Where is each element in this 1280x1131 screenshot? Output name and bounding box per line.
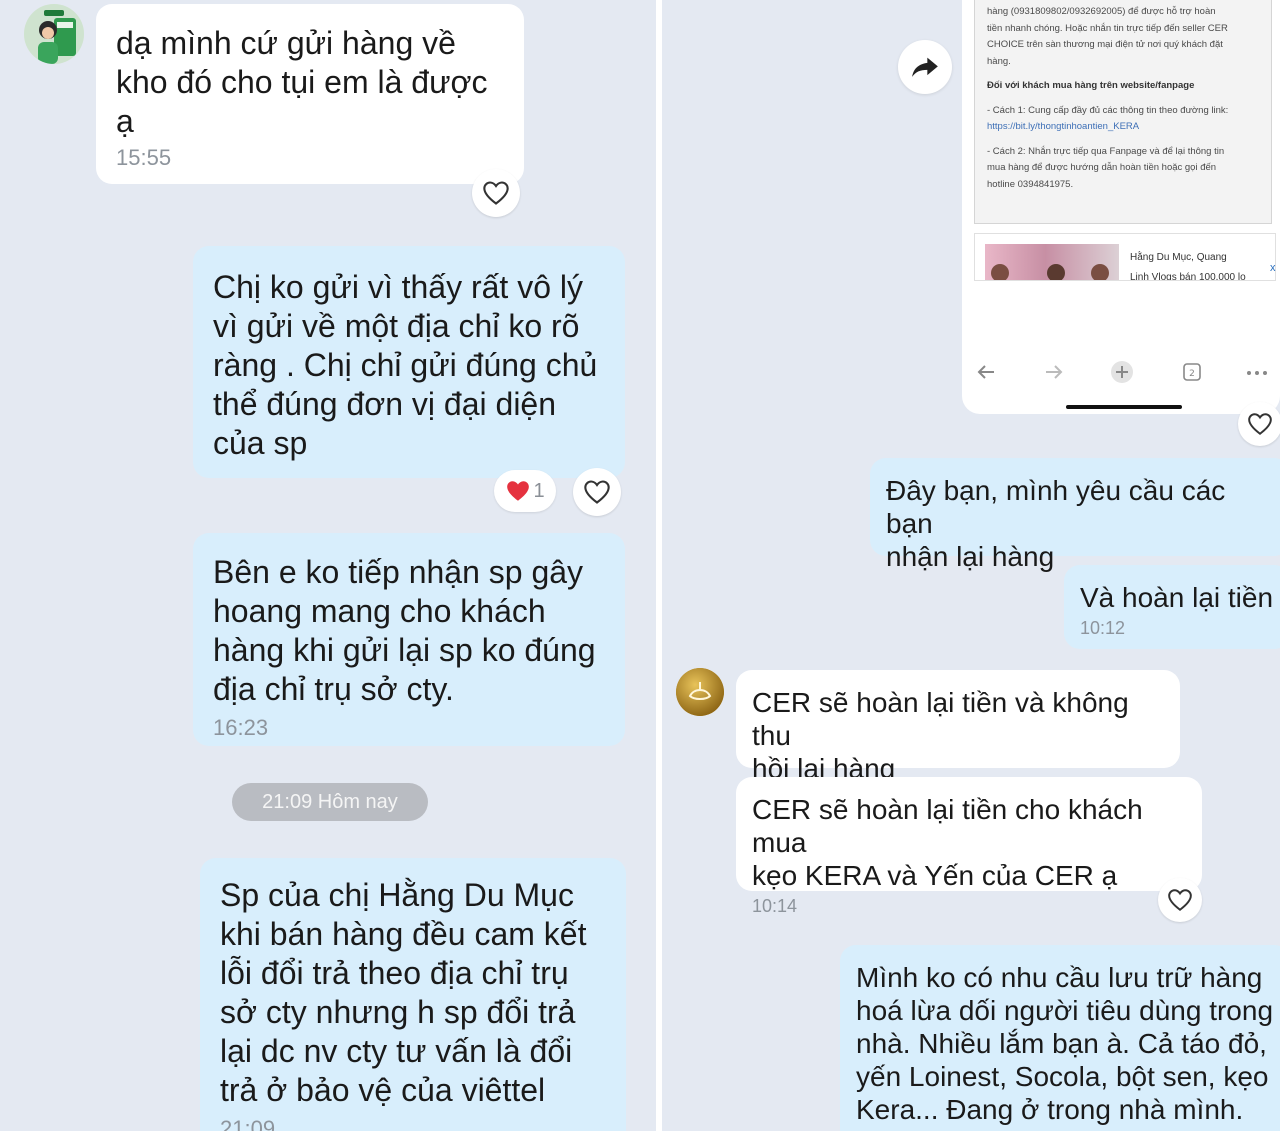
- right-chat-panel: hàng (0931809802/0932692005) để được hỗ …: [662, 0, 1280, 1131]
- close-icon[interactable]: x: [1270, 262, 1276, 274]
- like-button[interactable]: [1158, 878, 1202, 922]
- red-heart-icon: [507, 481, 530, 501]
- article-thumbnail: [985, 244, 1119, 280]
- like-button[interactable]: [472, 169, 520, 217]
- message-time: 15:55: [116, 145, 172, 170]
- heart-outline-icon: [483, 181, 509, 205]
- seller-avatar[interactable]: [676, 668, 724, 716]
- tab-count-icon[interactable]: 2: [1182, 362, 1202, 382]
- shared-screenshot-image[interactable]: hàng (0931809802/0932692005) để được hỗ …: [962, 0, 1280, 414]
- message-bubble-outgoing[interactable]: Mình ko có nhu cầu lưu trữ hàng hoá lừa …: [840, 945, 1280, 1131]
- message-text: Mình ko có nhu cầu lưu trữ hàng hoá lừa …: [856, 962, 1274, 1125]
- related-article-card[interactable]: Hằng Du Mục, Quang Linh Vlogs bán 100.00…: [974, 233, 1276, 281]
- message-time: 21:09: [220, 1116, 276, 1131]
- message-text: CER sẽ hoàn lại tiền cho khách mua kẹo K…: [752, 794, 1143, 891]
- share-button[interactable]: [898, 40, 952, 94]
- reaction-badge[interactable]: 1: [494, 470, 556, 512]
- message-time: 10:14: [752, 896, 798, 916]
- svg-text:2: 2: [1189, 369, 1195, 379]
- message-text: dạ mình cứ gửi hàng về kho đó cho tụi em…: [116, 25, 488, 139]
- message-bubble-incoming[interactable]: dạ mình cứ gửi hàng về kho đó cho tụi em…: [96, 4, 524, 184]
- refund-way-1: - Cách 1: Cung cấp đầy đủ các thông tin …: [987, 104, 1229, 116]
- refund-link[interactable]: https://bit.ly/thongtinhoantien_KERA: [987, 119, 1259, 136]
- plus-icon[interactable]: [1110, 360, 1134, 384]
- message-time: 10:12: [1080, 618, 1126, 638]
- refund-heading: Đối với khách mua hàng trên website/fanp…: [987, 80, 1195, 91]
- refund-way-2: - Cách 2: Nhắn trực tiếp qua Fanpage và …: [987, 145, 1225, 190]
- refund-paragraph: hàng (0931809802/0932692005) để được hỗ …: [987, 6, 1228, 67]
- message-bubble-outgoing[interactable]: Đây bạn, mình yêu cầu các bạn nhận lại h…: [870, 458, 1280, 572]
- message-bubble-outgoing[interactable]: Chị ko gửi vì thấy rất vô lý vì gửi về m…: [193, 246, 625, 478]
- arrow-left-icon[interactable]: [976, 364, 996, 380]
- heart-outline-icon: [1248, 413, 1272, 435]
- message-text: Và hoàn lại tiền: [1080, 582, 1274, 613]
- date-separator: 21:09 Hôm nay: [232, 783, 428, 821]
- home-indicator: [1066, 405, 1182, 409]
- contact-avatar[interactable]: [24, 4, 84, 64]
- left-chat-panel: dạ mình cứ gửi hàng về kho đó cho tụi em…: [0, 0, 656, 1131]
- refund-info-page: hàng (0931809802/0932692005) để được hỗ …: [974, 0, 1272, 224]
- message-bubble-outgoing[interactable]: Sp của chị Hằng Du Mục khi bán hàng đều …: [200, 858, 626, 1131]
- message-bubble-outgoing[interactable]: Và hoàn lại tiền 10:12: [1064, 565, 1280, 649]
- message-text: Sp của chị Hằng Du Mục khi bán hàng đều …: [220, 877, 587, 1108]
- arrow-right-icon[interactable]: [1044, 364, 1064, 380]
- message-text: Chị ko gửi vì thấy rất vô lý vì gửi về m…: [213, 269, 598, 461]
- message-text: Đây bạn, mình yêu cầu các bạn nhận lại h…: [886, 475, 1226, 572]
- browser-toolbar: 2: [962, 350, 1280, 390]
- message-text: Bên e ko tiếp nhận sp gây hoang mang cho…: [213, 554, 596, 707]
- more-icon[interactable]: [1246, 370, 1268, 376]
- like-button[interactable]: [573, 468, 621, 516]
- heart-outline-icon: [584, 480, 610, 504]
- message-bubble-outgoing[interactable]: Bên e ko tiếp nhận sp gây hoang mang cho…: [193, 533, 625, 746]
- message-bubble-incoming[interactable]: CER sẽ hoàn lại tiền và không thu hồi lạ…: [736, 670, 1180, 784]
- message-text: CER sẽ hoàn lại tiền và không thu hồi lạ…: [752, 687, 1129, 784]
- heart-outline-icon: [1168, 889, 1192, 911]
- message-time: 16:23: [213, 715, 269, 740]
- reaction-count: 1: [533, 479, 545, 502]
- share-arrow-icon: [912, 57, 938, 77]
- like-button[interactable]: [1238, 402, 1280, 446]
- message-bubble-incoming[interactable]: CER sẽ hoàn lại tiền cho khách mua kẹo K…: [736, 777, 1202, 916]
- article-title: Hằng Du Mục, Quang Linh Vlogs bán 100.00…: [1130, 252, 1246, 281]
